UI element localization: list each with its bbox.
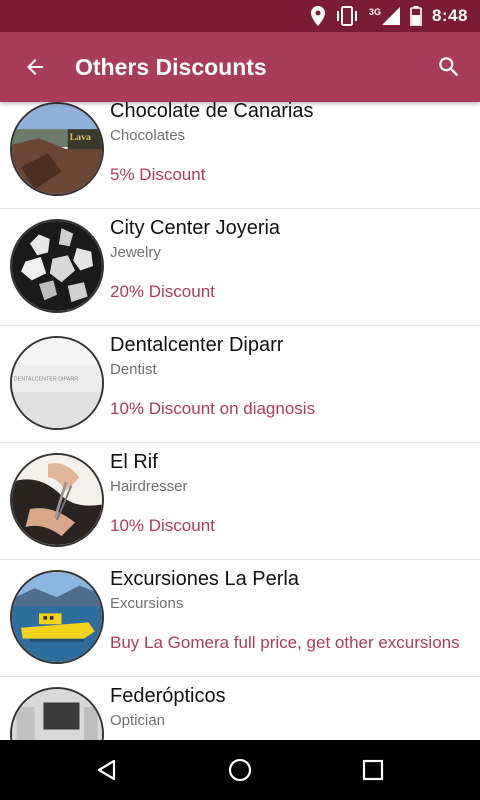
list-item[interactable]: Federópticos Optician bbox=[0, 677, 480, 740]
location-icon bbox=[310, 6, 325, 26]
back-button[interactable] bbox=[0, 32, 70, 102]
search-button[interactable] bbox=[418, 32, 480, 102]
network-type: 3G bbox=[368, 7, 381, 17]
item-name: Chocolate de Canarias bbox=[110, 102, 314, 122]
item-category: Chocolates bbox=[110, 127, 186, 144]
item-thumbnail bbox=[10, 687, 104, 740]
status-time: 8:48 bbox=[431, 6, 468, 25]
thumb-text: Lava bbox=[70, 132, 91, 143]
nav-recents-icon bbox=[363, 759, 384, 781]
item-thumbnail bbox=[10, 453, 104, 547]
item-category: Excursions bbox=[110, 595, 184, 612]
item-thumbnail bbox=[10, 570, 104, 664]
nav-back-icon bbox=[97, 759, 115, 781]
item-category: Jewelry bbox=[110, 244, 161, 261]
list-item[interactable]: DENTALCENTER DIPARR Dentalcenter Diparr … bbox=[0, 326, 480, 443]
item-name: Excursiones La Perla bbox=[110, 568, 299, 590]
item-name: Dentalcenter Diparr bbox=[110, 334, 284, 356]
item-category: Hairdresser bbox=[110, 478, 188, 495]
nav-back-button[interactable] bbox=[77, 740, 137, 800]
discount-list[interactable]: Lava Chocolate de Canarias Chocolates 5%… bbox=[0, 102, 480, 740]
list-item[interactable]: Excursiones La Perla Excursions Buy La G… bbox=[0, 560, 480, 677]
item-discount: 20% Discount bbox=[110, 282, 215, 301]
list-item[interactable]: City Center Joyeria Jewelry 20% Discount bbox=[0, 209, 480, 326]
arrow-back-icon bbox=[27, 59, 43, 75]
item-discount: 10% Discount bbox=[110, 516, 215, 535]
item-category: Dentist bbox=[110, 361, 157, 378]
item-thumbnail bbox=[10, 219, 104, 313]
signal-icon bbox=[381, 7, 400, 25]
signal-indicator: 3G bbox=[369, 7, 400, 25]
page-title: Others Discounts bbox=[75, 53, 267, 80]
item-thumbnail: Lava bbox=[10, 102, 104, 196]
item-discount: Buy La Gomera full price, get other excu… bbox=[110, 633, 460, 652]
item-discount: 5% Discount bbox=[110, 165, 206, 184]
battery-icon bbox=[410, 6, 422, 26]
nav-home-button[interactable] bbox=[210, 740, 270, 800]
list-item[interactable]: El Rif Hairdresser 10% Discount bbox=[0, 443, 480, 560]
status-bar: 3G 8:48 bbox=[0, 0, 480, 32]
item-category: Optician bbox=[110, 712, 166, 729]
item-discount: 10% Discount on diagnosis bbox=[110, 399, 316, 418]
thumb-text: DENTALCENTER DIPARR bbox=[14, 376, 78, 382]
navigation-bar bbox=[0, 740, 480, 800]
list-item[interactable]: Lava Chocolate de Canarias Chocolates 5%… bbox=[0, 102, 480, 209]
vibrate-icon bbox=[336, 6, 357, 26]
item-name: El Rif bbox=[110, 451, 158, 473]
nav-home-icon bbox=[228, 758, 252, 782]
search-icon bbox=[439, 57, 459, 77]
nav-recents-button[interactable] bbox=[343, 740, 403, 800]
item-thumbnail: DENTALCENTER DIPARR bbox=[10, 336, 104, 430]
app-bar: Others Discounts bbox=[0, 32, 480, 102]
item-name: Federópticos bbox=[110, 685, 226, 707]
item-name: City Center Joyeria bbox=[110, 217, 281, 239]
